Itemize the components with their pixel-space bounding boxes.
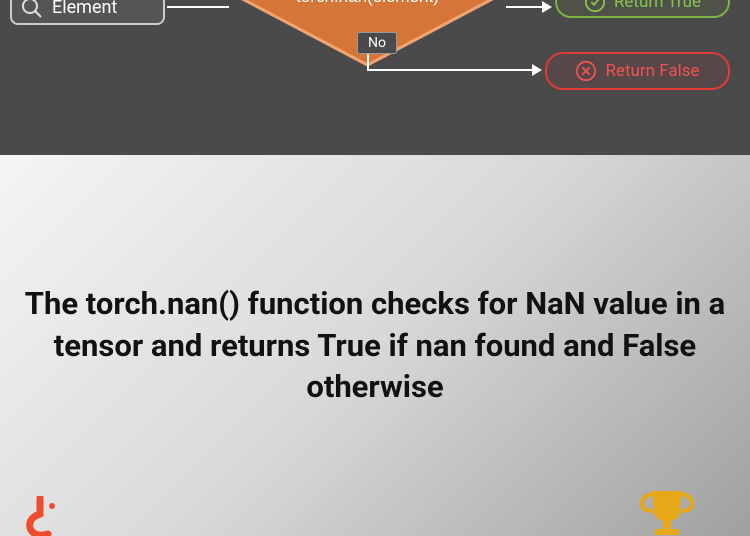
arrow-condition-to-false	[367, 69, 534, 71]
arrow-element-to-condition	[167, 6, 229, 8]
x-circle-icon	[575, 60, 597, 82]
trophy-icon	[640, 486, 695, 536]
no-branch-label: No	[357, 32, 397, 54]
check-circle-icon	[584, 0, 606, 13]
search-icon	[20, 0, 44, 20]
diagram-area: Element torch.nan(element) Return True N…	[0, 0, 750, 155]
condition-text-svg: torch.nan(element)	[296, 0, 439, 6]
element-node: Element	[10, 0, 165, 25]
description-text: The torch.nan() function checks for NaN …	[0, 283, 750, 409]
pytorch-logo-icon	[20, 496, 70, 536]
return-true-label: Return True	[614, 0, 701, 12]
content-area: The torch.nan() function checks for NaN …	[0, 155, 750, 536]
return-false-node: Return False	[545, 52, 730, 90]
arrow-condition-to-true	[506, 6, 544, 8]
element-label: Element	[52, 0, 117, 18]
return-false-label: Return False	[605, 61, 699, 81]
return-true-node: Return True	[555, 0, 730, 18]
